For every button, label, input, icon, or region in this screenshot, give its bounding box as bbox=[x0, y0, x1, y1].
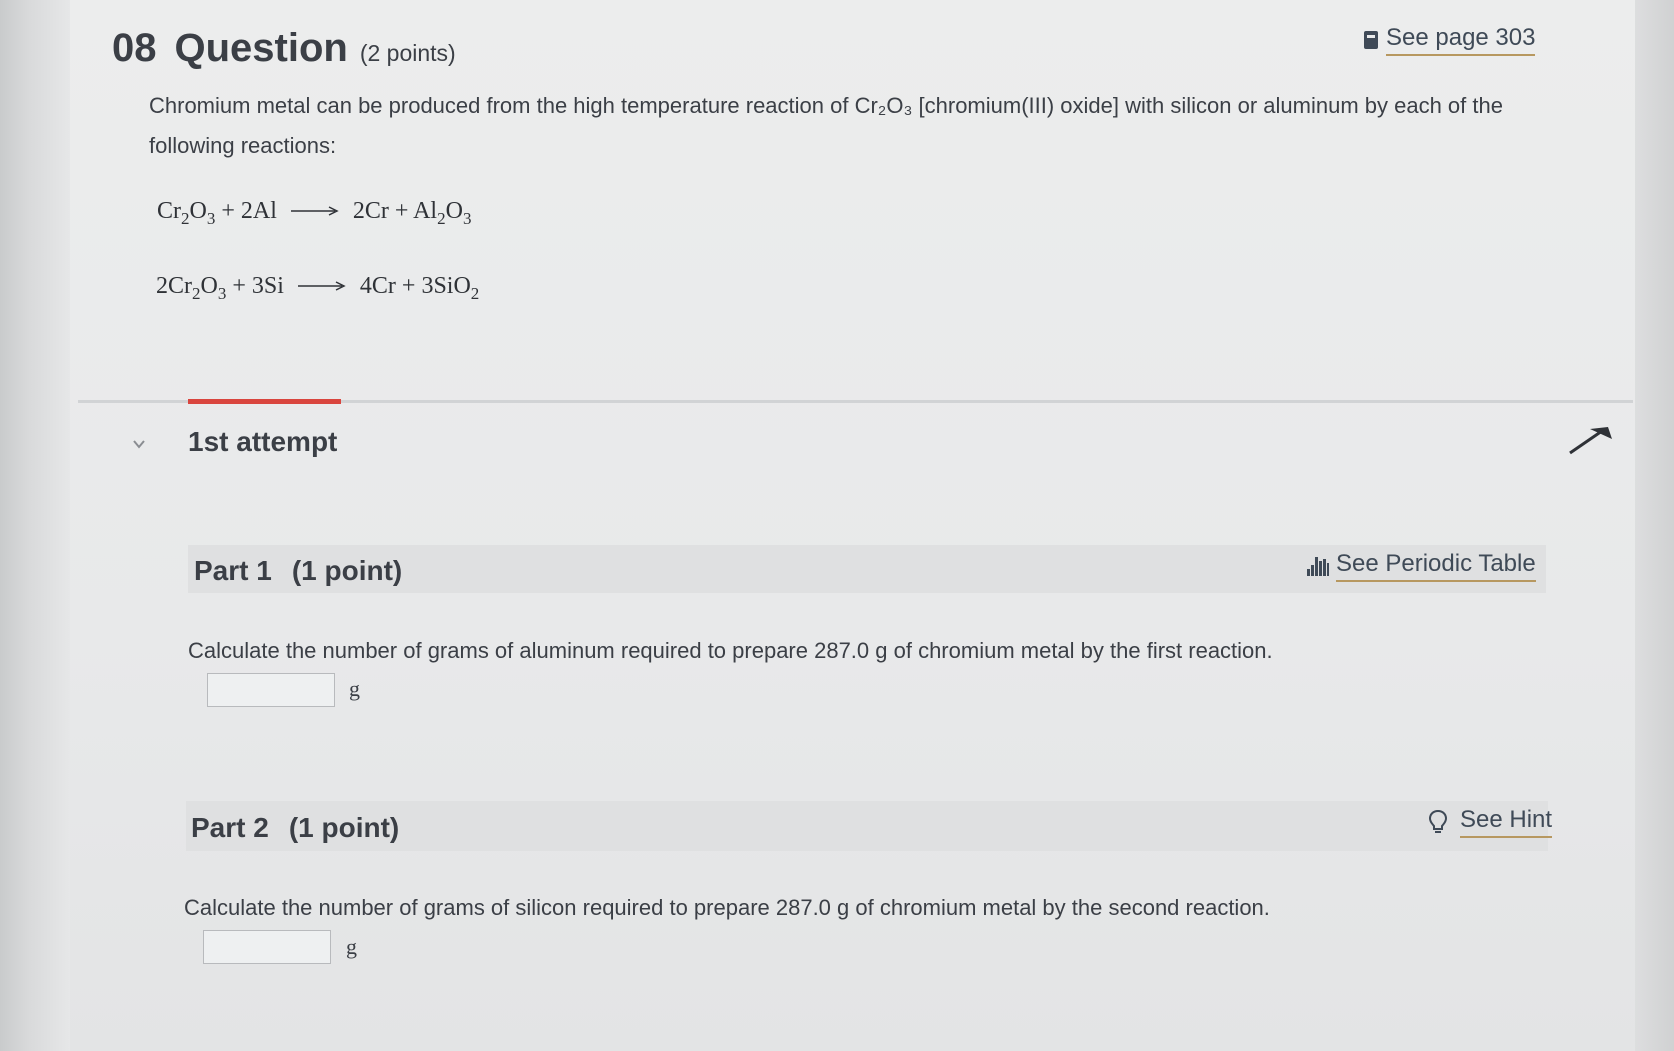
question-title: Question bbox=[174, 26, 348, 70]
part-1-prompt: Calculate the number of grams of aluminu… bbox=[188, 638, 1273, 663]
reaction-arrow-icon bbox=[290, 206, 339, 216]
part-2-answer-input[interactable] bbox=[203, 930, 331, 964]
see-page-link[interactable]: See page 303 bbox=[1364, 24, 1536, 56]
part-1-answer-input[interactable] bbox=[207, 673, 335, 707]
periodic-table-icon bbox=[1307, 557, 1329, 576]
see-page-label: See page 303 bbox=[1386, 24, 1536, 56]
see-periodic-table-label: See Periodic Table bbox=[1336, 550, 1536, 582]
part-1-unit: g bbox=[349, 676, 360, 701]
question-points: (2 points) bbox=[359, 40, 456, 66]
part-2-prompt: Calculate the number of grams of silicon… bbox=[184, 895, 1270, 920]
chevron-down-icon[interactable] bbox=[132, 437, 146, 451]
question-header: 08 Question (2 points) bbox=[112, 26, 456, 71]
book-icon bbox=[1364, 31, 1378, 49]
question-intro: Chromium metal can be produced from the … bbox=[149, 93, 1503, 158]
see-periodic-table-link[interactable]: See Periodic Table bbox=[1306, 550, 1536, 582]
reaction-1: Cr2O3 + 2Al 2Cr + Al2O3 bbox=[157, 198, 472, 228]
part-2-title: Part 2 (1 point) bbox=[191, 812, 400, 843]
part-2-unit: g bbox=[346, 934, 357, 959]
question-number: 08 bbox=[112, 26, 157, 70]
see-hint-link[interactable]: See Hint bbox=[1428, 806, 1553, 838]
see-hint-label: See Hint bbox=[1460, 806, 1553, 838]
arrow-icon[interactable] bbox=[1568, 425, 1614, 457]
reaction-arrow-icon bbox=[297, 281, 346, 291]
attempt-label[interactable]: 1st attempt bbox=[188, 426, 337, 458]
attempt-tab-indicator bbox=[188, 399, 341, 404]
part-1-title: Part 1 (1 point) bbox=[194, 555, 403, 586]
reaction-2: 2Cr2O3 + 3Si 4Cr + 3SiO2 bbox=[156, 273, 480, 303]
lightbulb-icon bbox=[1428, 809, 1448, 833]
